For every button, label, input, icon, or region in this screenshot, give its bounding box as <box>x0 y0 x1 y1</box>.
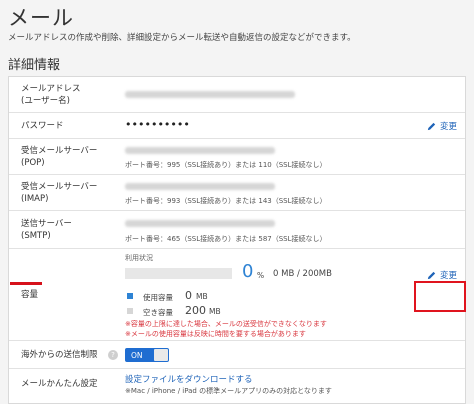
password-label: パスワード <box>21 121 64 131</box>
help-icon[interactable]: ? <box>108 350 118 360</box>
download-settings-link[interactable]: 設定ファイルをダウンロードする <box>125 373 253 385</box>
pop-server-value <box>125 147 275 154</box>
row-overseas-restriction: 海外からの送信制限 ? ON <box>9 341 465 369</box>
capacity-warning-delay: ※メールの使用容量は反映に時間を要する場合があります <box>125 330 306 338</box>
used-value: 0 <box>185 289 192 302</box>
free-label: 空き容量 <box>143 308 173 317</box>
pop-label: 受信メールサーバー (POP) <box>21 146 98 168</box>
capacity-label: 容量 <box>21 290 39 300</box>
password-edit-label: 変更 <box>440 122 458 132</box>
row-imap: 受信メールサーバー (IMAP) ポート番号：993（SSL接続あり）または 1… <box>9 175 465 211</box>
imap-port-note: ポート番号：993（SSL接続あり）または 143（SSL接続なし） <box>125 197 327 205</box>
easy-setup-label: メールかんたん設定 <box>21 379 98 389</box>
pop-port-note: ポート番号：995（SSL接続あり）または 110（SSL接続なし） <box>125 161 327 169</box>
pencil-icon <box>427 271 436 279</box>
smtp-server-value <box>125 220 275 227</box>
used-unit: MB <box>196 292 208 301</box>
easy-setup-note: ※Mac / iPhone / iPad の標準メールアプリのみの対応となります <box>125 387 332 395</box>
imap-server-value <box>125 183 275 190</box>
row-mail-address: メールアドレス (ユーザー名) <box>9 77 465 113</box>
usage-percent-unit: % <box>257 271 265 280</box>
usage-percent: 0 <box>242 261 254 282</box>
row-smtp: 送信サーバー (SMTP) ポート番号：465（SSL接続あり）または 587（… <box>9 211 465 249</box>
free-value: 200 <box>185 304 206 317</box>
page-title: メール <box>8 6 74 30</box>
imap-label: 受信メールサーバー (IMAP) <box>21 182 98 204</box>
free-square <box>127 308 133 314</box>
usage-title: 利用状況 <box>125 254 153 262</box>
mail-address-value <box>125 91 295 98</box>
password-edit-button[interactable]: 変更 <box>426 120 457 132</box>
usage-bar <box>125 268 232 279</box>
used-square <box>127 293 133 299</box>
capacity-warning-limit: ※容量の上限に達した場合、メールの送受信ができなくなります <box>125 320 327 328</box>
used-label: 使用容量 <box>143 293 173 302</box>
mail-address-label: メールアドレス (ユーザー名) <box>21 84 81 106</box>
section-title: 詳細情報 <box>8 58 61 73</box>
overseas-toggle[interactable]: ON <box>125 348 169 362</box>
free-unit: MB <box>209 307 221 316</box>
capacity-edit-highlight-box <box>414 281 466 312</box>
capacity-edit-label: 変更 <box>440 271 458 281</box>
pencil-icon <box>427 122 436 130</box>
smtp-port-note: ポート番号：465（SSL接続あり）または 587（SSL接続なし） <box>125 235 327 243</box>
row-easy-setup: メールかんたん設定 設定ファイルをダウンロードする ※Mac / iPhone … <box>9 369 465 403</box>
toggle-state: ON <box>131 350 143 360</box>
overseas-label: 海外からの送信制限 <box>21 350 98 360</box>
page-description: メールアドレスの作成や削除、詳細設定からメール転送や自動返信の設定などができます… <box>8 33 356 43</box>
toggle-knob <box>154 349 168 361</box>
row-capacity: 容量 利用状況 0 % 0 MB / 200MB 使用容量 0 MB 空き容量 … <box>9 249 465 341</box>
smtp-label: 送信サーバー (SMTP) <box>21 219 72 241</box>
details-table: メールアドレス (ユーザー名) パスワード •••••••••• 変更 受信メー… <box>8 76 466 404</box>
usage-total: 0 MB / 200MB <box>273 269 332 279</box>
capacity-highlight-underline <box>10 282 42 285</box>
capacity-edit-button[interactable]: 変更 <box>426 269 457 281</box>
row-password: パスワード •••••••••• 変更 <box>9 113 465 139</box>
password-value: •••••••••• <box>125 118 190 131</box>
row-pop: 受信メールサーバー (POP) ポート番号：995（SSL接続あり）または 11… <box>9 139 465 175</box>
